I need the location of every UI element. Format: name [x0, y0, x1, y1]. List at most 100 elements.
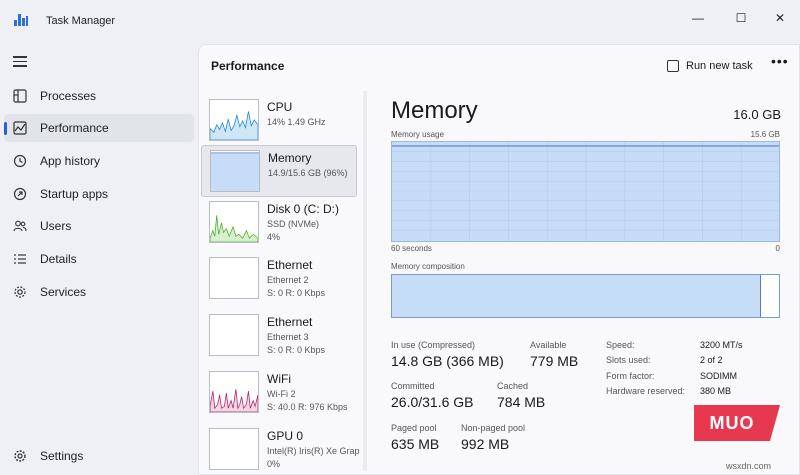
device-item-wifi[interactable]: WiFi Wi-Fi 2 S: 40.0 R: 976 Kbps: [201, 367, 357, 419]
memory-heading: Memory: [391, 97, 478, 124]
sidebar-item-processes[interactable]: Processes: [4, 82, 194, 110]
sidebar-item-services[interactable]: Services: [4, 278, 194, 306]
device-list: CPU 14% 1.49 GHz Memory 14.9/15.6 GB (96…: [199, 91, 359, 475]
close-button[interactable]: ✕: [765, 8, 795, 28]
device-detail: S: 0 R: 0 Kbps: [267, 345, 326, 355]
sidebar-item-users[interactable]: Users: [4, 212, 194, 240]
sidebar-item-label: App history: [40, 154, 101, 168]
device-item-disk[interactable]: Disk 0 (C: D:) SSD (NVMe) 4%: [201, 197, 357, 249]
run-new-task-label: Run new task: [686, 60, 753, 72]
memory-usage-label: Memory usage: [391, 130, 444, 139]
device-detail: S: 40.0 R: 976 Kbps: [267, 402, 348, 412]
site-watermark: wsxdn.com: [726, 461, 772, 471]
slots-used-value: 2 of 2: [700, 355, 723, 365]
form-factor-label: Form factor:: [606, 371, 655, 381]
details-icon: [14, 254, 26, 264]
window-title: Task Manager: [46, 15, 116, 27]
performance-icon: [13, 121, 27, 135]
device-item-ethernet-2[interactable]: Ethernet Ethernet 2 S: 0 R: 0 Kbps: [201, 253, 357, 305]
hardware-reserved-label: Hardware reserved:: [606, 386, 686, 396]
in-use-label: In use (Compressed): [391, 340, 476, 350]
active-indicator: [4, 122, 7, 135]
non-paged-pool-label: Non-paged pool: [461, 423, 526, 433]
device-detail: Ethernet 2: [267, 275, 309, 285]
device-item-ethernet-3[interactable]: Ethernet Ethernet 3 S: 0 R: 0 Kbps: [201, 310, 357, 362]
title-bar: Task Manager — ☐ ✕: [0, 0, 800, 44]
wifi-thumbnail-graph: [209, 371, 259, 413]
device-name: GPU 0: [267, 429, 304, 443]
sidebar-item-label: Processes: [40, 89, 97, 103]
page-title: Performance: [211, 59, 285, 73]
cpu-thumbnail-graph: [209, 99, 259, 141]
sidebar-item-label: Users: [40, 219, 72, 233]
device-name: CPU: [267, 100, 293, 114]
device-item-gpu[interactable]: GPU 0 Intel(R) Iris(R) Xe Grap 0%: [201, 424, 359, 475]
memory-usage-max: 15.6 GB: [750, 130, 780, 139]
device-item-cpu[interactable]: CPU 14% 1.49 GHz: [201, 95, 357, 147]
device-detail: 14% 1.49 GHz: [267, 117, 326, 127]
device-detail: Ethernet 3: [267, 332, 309, 342]
graph-axis-right: 0: [775, 244, 780, 253]
memory-total: 16.0 GB: [733, 107, 781, 122]
speed-value: 3200 MT/s: [700, 340, 743, 350]
sidebar-item-startup-apps[interactable]: Startup apps: [4, 180, 194, 208]
sidebar-item-details[interactable]: Details: [4, 245, 194, 273]
cached-label: Cached: [497, 381, 529, 391]
device-detail: 0%: [267, 459, 281, 469]
processes-icon: [13, 89, 27, 103]
sidebar-item-label: Details: [40, 252, 77, 266]
sidebar-item-app-history[interactable]: App history: [4, 147, 194, 175]
hamburger-menu-icon[interactable]: [13, 56, 27, 68]
device-detail: SSD (NVMe): [267, 219, 320, 229]
device-name: WiFi: [267, 372, 291, 386]
device-name: Memory: [268, 151, 312, 165]
services-icon: [14, 286, 26, 298]
available-value: 779 MB: [530, 353, 579, 369]
sidebar-item-label: Services: [40, 285, 87, 299]
run-task-icon: [667, 60, 679, 72]
device-name: Disk 0 (C: D:): [267, 202, 339, 216]
gpu-thumbnail-graph: [209, 428, 259, 470]
disk-thumbnail-graph: [209, 201, 259, 243]
memory-in-use-segment: [392, 275, 761, 317]
device-list-scrollbar[interactable]: [363, 91, 367, 471]
committed-value: 26.0/31.6 GB: [391, 394, 474, 410]
device-detail: 14.9/15.6 GB (96%): [268, 168, 348, 178]
committed-label: Committed: [391, 381, 435, 391]
settings-gear-icon: [14, 450, 26, 462]
device-detail: Wi-Fi 2: [267, 389, 296, 399]
minimize-button[interactable]: —: [683, 8, 713, 28]
device-detail: 4%: [267, 232, 281, 242]
run-new-task-button[interactable]: Run new task: [667, 56, 753, 76]
sidebar-item-label: Performance: [40, 121, 109, 135]
memory-usage-graph: [391, 141, 780, 242]
device-detail: S: 0 R: 0 Kbps: [267, 288, 326, 298]
memory-thumbnail-graph: [210, 150, 260, 192]
sidebar-item-label: Startup apps: [40, 187, 109, 201]
ethernet-2-thumbnail-graph: [209, 257, 259, 299]
more-options-button[interactable]: •••: [771, 53, 789, 69]
cached-value: 784 MB: [497, 394, 546, 410]
muo-logo: MUO: [694, 405, 780, 441]
paged-pool-value: 635 MB: [391, 436, 440, 452]
in-use-value: 14.8 GB (366 MB): [391, 353, 504, 369]
memory-composition-bar: [391, 274, 780, 318]
task-manager-app-icon: [14, 14, 28, 26]
device-name: Ethernet: [267, 258, 313, 272]
paged-pool-label: Paged pool: [391, 423, 437, 433]
ethernet-3-thumbnail-graph: [209, 314, 259, 356]
slots-used-label: Slots used:: [606, 355, 651, 365]
non-paged-pool-value: 992 MB: [461, 436, 510, 452]
sidebar-item-performance[interactable]: Performance: [4, 114, 194, 142]
memory-usage-area: [392, 145, 779, 241]
hardware-reserved-value: 380 MB: [700, 386, 732, 396]
memory-composition-label: Memory composition: [391, 262, 465, 271]
device-item-memory[interactable]: Memory 14.9/15.6 GB (96%): [201, 145, 357, 197]
startup-apps-icon: [13, 187, 27, 201]
device-detail: Intel(R) Iris(R) Xe Grap: [267, 446, 359, 456]
sidebar-item-settings[interactable]: Settings: [4, 442, 194, 470]
maximize-button[interactable]: ☐: [726, 8, 756, 28]
device-name: Ethernet: [267, 315, 313, 329]
form-factor-value: SODIMM: [700, 371, 737, 381]
graph-axis-left: 60 seconds: [391, 244, 432, 253]
